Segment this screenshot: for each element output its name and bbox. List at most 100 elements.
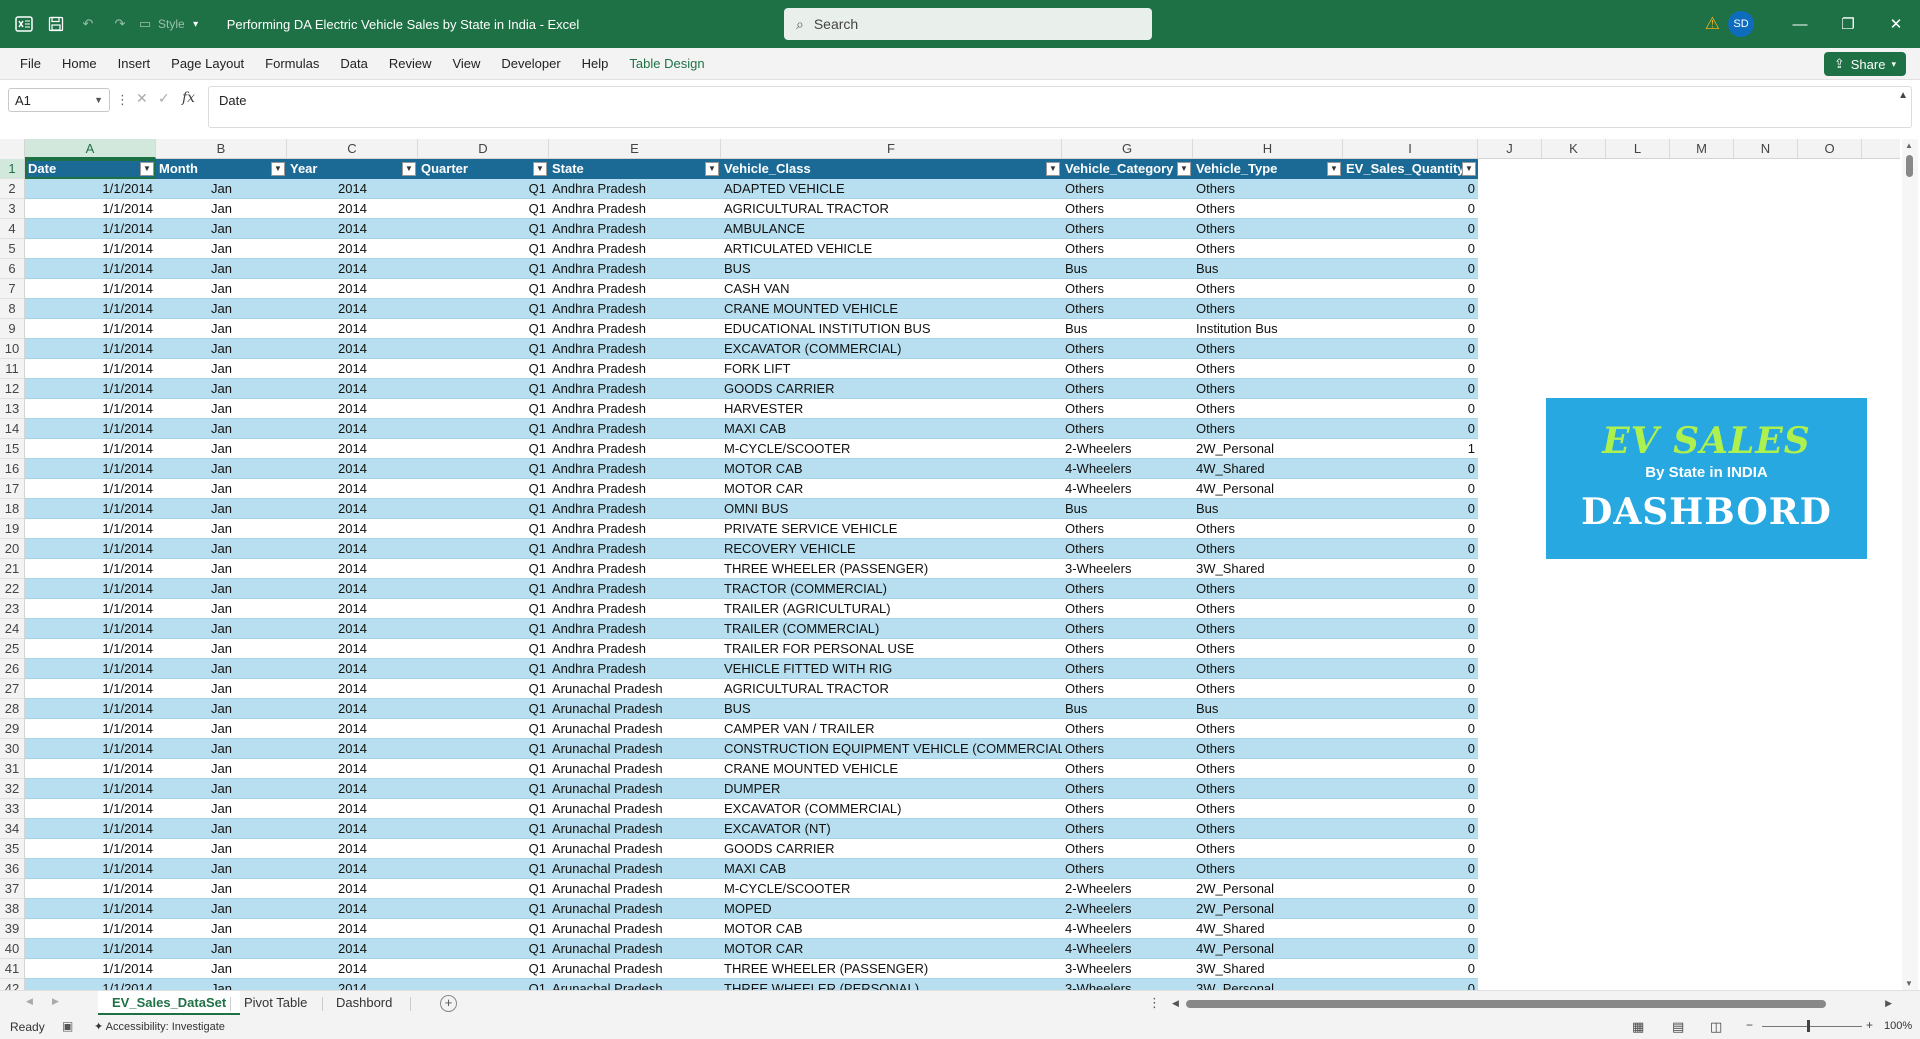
table-cell[interactable]: 1/1/2014 [25, 439, 156, 459]
table-cell[interactable]: Others [1193, 759, 1343, 779]
table-cell[interactable]: 2014 [287, 539, 418, 559]
table-cell[interactable]: 2014 [287, 819, 418, 839]
table-cell[interactable]: Q1 [418, 359, 549, 379]
table-cell[interactable]: OMNI BUS [721, 499, 1062, 519]
table-cell[interactable]: RECOVERY VEHICLE [721, 539, 1062, 559]
table-cell[interactable]: Arunachal Pradesh [549, 719, 721, 739]
table-header-cell[interactable]: Quarter ▼ [418, 159, 549, 179]
page-layout-view-icon[interactable]: ▤ [1672, 1019, 1684, 1035]
table-cell[interactable]: 1/1/2014 [25, 259, 156, 279]
row-header[interactable]: 26 [0, 659, 25, 679]
table-cell[interactable]: Others [1193, 799, 1343, 819]
table-cell[interactable]: Others [1062, 839, 1193, 859]
table-cell[interactable]: 1/1/2014 [25, 719, 156, 739]
table-cell[interactable]: 0 [1343, 939, 1478, 959]
table-cell[interactable]: 1/1/2014 [25, 839, 156, 859]
tab-view[interactable]: View [452, 50, 480, 77]
table-cell[interactable]: 1/1/2014 [25, 179, 156, 199]
column-header[interactable]: J [1478, 139, 1542, 159]
table-cell[interactable]: Q1 [418, 599, 549, 619]
column-header[interactable]: G [1062, 139, 1193, 159]
table-cell[interactable]: 2014 [287, 279, 418, 299]
table-cell[interactable]: Q1 [418, 399, 549, 419]
row-header[interactable]: 20 [0, 539, 25, 559]
table-cell[interactable]: 2014 [287, 519, 418, 539]
style-label[interactable]: Style [158, 17, 185, 31]
table-cell[interactable]: 0 [1343, 759, 1478, 779]
table-cell[interactable]: Jan [156, 919, 287, 939]
filter-dropdown-icon[interactable]: ▼ [1177, 162, 1191, 176]
table-cell[interactable]: 1/1/2014 [25, 219, 156, 239]
table-cell[interactable]: 1 [1343, 439, 1478, 459]
table-cell[interactable]: 0 [1343, 599, 1478, 619]
table-cell[interactable]: Others [1062, 279, 1193, 299]
filter-dropdown-icon[interactable]: ▼ [402, 162, 416, 176]
table-header-cell[interactable]: State ▼ [549, 159, 721, 179]
table-cell[interactable]: 2014 [287, 239, 418, 259]
table-cell[interactable]: 0 [1343, 179, 1478, 199]
column-header[interactable]: D [418, 139, 549, 159]
table-cell[interactable]: FORK LIFT [721, 359, 1062, 379]
table-cell[interactable]: 2014 [287, 979, 418, 990]
row-header[interactable]: 6 [0, 259, 25, 279]
table-cell[interactable]: 2014 [287, 939, 418, 959]
table-cell[interactable]: Arunachal Pradesh [549, 859, 721, 879]
table-cell[interactable]: 0 [1343, 499, 1478, 519]
table-cell[interactable]: Others [1062, 519, 1193, 539]
table-cell[interactable]: Others [1193, 539, 1343, 559]
table-cell[interactable]: Arunachal Pradesh [549, 899, 721, 919]
table-cell[interactable]: Andhra Pradesh [549, 639, 721, 659]
table-cell[interactable]: Others [1193, 219, 1343, 239]
table-cell[interactable]: Andhra Pradesh [549, 399, 721, 419]
table-cell[interactable]: Andhra Pradesh [549, 359, 721, 379]
table-cell[interactable]: 1/1/2014 [25, 819, 156, 839]
column-header[interactable]: N [1734, 139, 1798, 159]
formula-input[interactable]: Date [208, 86, 1912, 128]
table-cell[interactable]: Andhra Pradesh [549, 659, 721, 679]
row-header[interactable]: 33 [0, 799, 25, 819]
row-header[interactable]: 13 [0, 399, 25, 419]
style-icon[interactable]: ▭ [136, 8, 154, 40]
table-cell[interactable]: Q1 [418, 339, 549, 359]
table-cell[interactable]: Q1 [418, 959, 549, 979]
table-cell[interactable]: Q1 [418, 879, 549, 899]
table-cell[interactable]: 4W_Shared [1193, 459, 1343, 479]
table-cell[interactable]: Q1 [418, 259, 549, 279]
table-cell[interactable]: Q1 [418, 699, 549, 719]
table-cell[interactable]: Jan [156, 259, 287, 279]
column-header[interactable]: I [1343, 139, 1478, 159]
row-header[interactable]: 25 [0, 639, 25, 659]
table-cell[interactable]: Q1 [418, 799, 549, 819]
vertical-scrollbar[interactable]: ▲ ▼ [1902, 139, 1918, 990]
row-header[interactable]: 18 [0, 499, 25, 519]
tab-insert[interactable]: Insert [118, 50, 151, 77]
table-cell[interactable]: Arunachal Pradesh [549, 779, 721, 799]
table-cell[interactable]: Others [1193, 239, 1343, 259]
table-cell[interactable]: MOTOR CAR [721, 939, 1062, 959]
table-cell[interactable]: Q1 [418, 779, 549, 799]
column-header[interactable]: F [721, 139, 1062, 159]
table-cell[interactable]: CASH VAN [721, 279, 1062, 299]
table-cell[interactable]: Jan [156, 679, 287, 699]
table-cell[interactable]: Jan [156, 399, 287, 419]
table-cell[interactable]: Jan [156, 719, 287, 739]
table-cell[interactable]: Q1 [418, 479, 549, 499]
row-header[interactable]: 14 [0, 419, 25, 439]
table-cell[interactable]: Arunachal Pradesh [549, 819, 721, 839]
table-cell[interactable]: 0 [1343, 779, 1478, 799]
table-cell[interactable]: Others [1062, 419, 1193, 439]
row-header[interactable]: 35 [0, 839, 25, 859]
table-cell[interactable]: THREE WHEELER (PERSONAL) [721, 979, 1062, 990]
table-cell[interactable]: 2014 [287, 699, 418, 719]
table-cell[interactable]: 2014 [287, 739, 418, 759]
next-sheet-icon[interactable]: ▶ [52, 996, 59, 1007]
table-cell[interactable]: 2014 [287, 719, 418, 739]
table-cell[interactable]: 2014 [287, 639, 418, 659]
table-cell[interactable]: 0 [1343, 379, 1478, 399]
undo-icon[interactable]: ↶ [72, 8, 104, 40]
table-cell[interactable]: Others [1062, 819, 1193, 839]
table-cell[interactable]: 4-Wheelers [1062, 919, 1193, 939]
tab-review[interactable]: Review [389, 50, 432, 77]
table-cell[interactable]: 0 [1343, 559, 1478, 579]
row-header[interactable]: 1 [0, 159, 25, 179]
